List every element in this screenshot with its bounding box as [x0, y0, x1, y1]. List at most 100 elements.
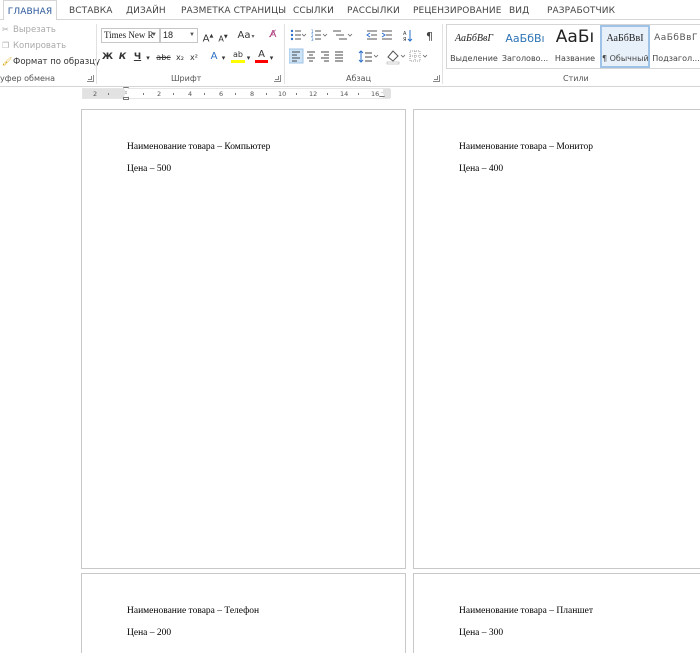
underline-button[interactable]: Ч — [132, 50, 143, 64]
ruler-tick — [108, 93, 109, 95]
styles-gallery: АаБбВвГ Выделение АаБбВı Заголово... АаБ… — [446, 24, 700, 69]
tab-mailings[interactable]: РАССЫЛКИ — [347, 0, 400, 20]
ruler-number: 12 — [309, 90, 318, 98]
style-title[interactable]: АаБı Название — [550, 25, 600, 68]
product-name-text: Наименование товара – Монитор — [459, 142, 594, 152]
subscript-button[interactable]: x₂ — [174, 51, 186, 65]
svg-text:3: 3 — [311, 37, 314, 42]
ruler-number: 2 — [93, 90, 98, 98]
tab-view[interactable]: ВИД — [509, 0, 529, 20]
change-case-button[interactable]: Aa▾ — [236, 29, 256, 44]
font-name-select[interactable]: Times New R ▼ — [101, 28, 160, 43]
format-painter-label: Формат по образцу — [13, 57, 101, 67]
grow-font-button[interactable]: A▲ — [202, 29, 214, 46]
ruler-tick — [266, 93, 267, 95]
change-case-icon: Aa — [237, 30, 251, 41]
format-painter-icon: 🖌 — [2, 57, 13, 66]
style-name: ¶ Обычный — [602, 54, 648, 63]
shrink-font-button[interactable]: A▼ — [217, 30, 229, 47]
superscript-button[interactable]: x² — [188, 51, 200, 65]
paragraph-launcher-icon[interactable] — [433, 75, 440, 82]
justify-icon[interactable] — [335, 51, 343, 62]
style-subtitle[interactable]: АаБбВвГ Подзагол... — [651, 25, 700, 68]
font-size-select[interactable]: 18 ▼ — [160, 28, 198, 43]
align-center-icon[interactable] — [307, 51, 315, 62]
bold-button[interactable]: Ж — [102, 50, 113, 64]
tab-developer[interactable]: РАЗРАБОТЧИК — [547, 0, 615, 20]
multilevel-list-icon[interactable] — [333, 30, 353, 40]
font-name-value: Times New R — [104, 30, 154, 40]
borders-icon[interactable] — [409, 50, 428, 62]
style-sample: АаБбВı — [505, 32, 545, 45]
highlight-dropdown-icon[interactable]: ▾ — [245, 51, 252, 65]
increase-indent-icon[interactable] — [381, 30, 392, 40]
style-emphasis[interactable]: АаБбВвГ Выделение — [449, 25, 499, 68]
style-name: Подзагол... — [652, 54, 700, 63]
text-effects-dropdown-icon[interactable]: ▾ — [220, 51, 227, 65]
cut-button[interactable]: ✂ Вырезать — [2, 25, 56, 35]
tab-review[interactable]: РЕЦЕНЗИРОВАНИЕ — [413, 0, 502, 20]
left-indent-marker[interactable] — [123, 97, 129, 100]
product-name-text: Наименование товара – Телефон — [127, 606, 260, 616]
document-page[interactable]: Наименование товара – Монитор Цена – 400 — [413, 109, 700, 569]
style-name: Заголово... — [501, 54, 549, 63]
tab-home[interactable]: ГЛАВНАЯ — [3, 0, 57, 21]
paragraph-controls: 1 2 3 AЯ ¶ — [289, 29, 433, 65]
line-spacing-icon[interactable] — [358, 50, 379, 63]
price-text: Цена – 300 — [459, 628, 504, 638]
ruler-tick — [143, 93, 144, 95]
document-page[interactable]: Наименование товара – Планшет Цена – 300 — [413, 573, 700, 653]
tab-design[interactable]: ДИЗАЙН — [126, 0, 166, 20]
tab-references[interactable]: ССЫЛКИ — [293, 0, 334, 20]
sort-icon[interactable]: AЯ — [403, 30, 413, 43]
copy-button[interactable]: ❐ Копировать — [2, 41, 66, 51]
font-color-dropdown-icon[interactable]: ▾ — [268, 51, 275, 65]
style-name: Название — [554, 54, 596, 63]
document-page[interactable]: Наименование товара – Телефон Цена – 200 — [81, 573, 406, 653]
ruler-number: 14 — [340, 90, 349, 98]
style-sample: АаБı — [555, 27, 595, 47]
group-divider — [284, 24, 285, 84]
ruler-number: 2 — [157, 90, 162, 98]
underline-dropdown-icon[interactable]: ▾ — [144, 51, 152, 65]
clipboard-group-label: уфер обмена — [0, 74, 56, 83]
price-text: Цена – 200 — [127, 628, 172, 638]
chevron-down-icon: ▼ — [189, 32, 195, 38]
group-divider — [96, 24, 97, 84]
strikethrough-button[interactable]: abc — [155, 51, 172, 65]
bullets-icon[interactable] — [290, 29, 307, 41]
horizontal-ruler[interactable]: 2 2 4 6 8 10 12 14 16 — [0, 87, 700, 101]
format-painter-button[interactable]: 🖌Формат по образцу — [2, 57, 100, 67]
tab-page-layout[interactable]: РАЗМЕТКА СТРАНИЦЫ — [181, 0, 286, 20]
font-color-button[interactable]: A — [255, 48, 268, 63]
price-text: Цена – 400 — [459, 164, 504, 174]
clipboard-launcher-icon[interactable] — [87, 75, 94, 82]
ruler-number: 16 — [371, 90, 380, 98]
ruler-number: 10 — [278, 90, 287, 98]
decrease-indent-icon[interactable] — [366, 30, 377, 40]
copy-label: Копировать — [13, 41, 67, 51]
text-effects-button[interactable]: A — [208, 50, 220, 64]
italic-button[interactable]: К — [117, 50, 128, 64]
align-right-icon[interactable] — [321, 51, 329, 62]
font-launcher-icon[interactable] — [274, 75, 281, 82]
font-color-swatch — [255, 60, 268, 63]
ruler-number: 6 — [219, 90, 224, 98]
tab-insert[interactable]: ВСТАВКА — [69, 0, 113, 20]
style-heading[interactable]: АаБбВı Заголово... — [500, 25, 550, 68]
ruler-tick — [235, 93, 236, 95]
font-size-value: 18 — [163, 30, 174, 40]
ruler-left-margin — [83, 89, 127, 98]
shading-icon[interactable] — [386, 50, 406, 65]
document-canvas[interactable]: Наименование товара – Компьютер Цена – 5… — [0, 101, 700, 653]
document-page[interactable]: Наименование товара – Компьютер Цена – 5… — [81, 109, 406, 569]
highlight-button[interactable]: ab — [231, 48, 245, 63]
show-formatting-icon[interactable]: ¶ — [426, 30, 433, 43]
numbering-icon[interactable]: 1 2 3 — [311, 29, 328, 42]
svg-text:Я: Я — [403, 37, 406, 43]
style-sample: АаБбВвI — [606, 33, 644, 44]
ribbon-tabs: ГЛАВНАЯ ВСТАВКА ДИЗАЙН РАЗМЕТКА СТРАНИЦЫ… — [0, 0, 700, 21]
style-normal[interactable]: АаБбВвI ¶ Обычный — [600, 25, 650, 68]
style-sample: АаБбВвГ — [654, 33, 698, 43]
clear-formatting-button[interactable]: A̸ — [266, 28, 280, 42]
